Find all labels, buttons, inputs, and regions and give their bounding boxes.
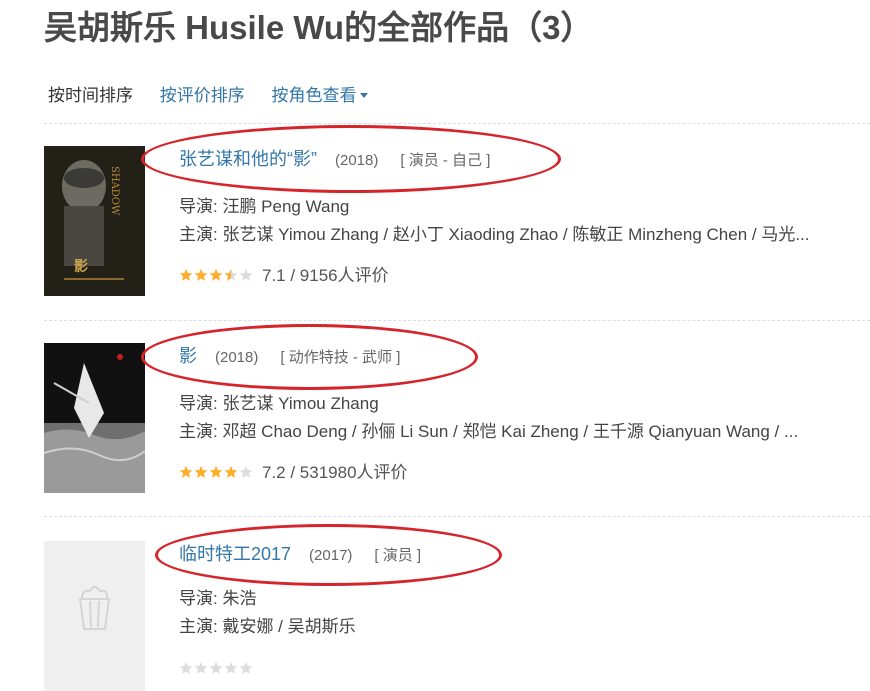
work-title-link[interactable]: 临时特工2017: [179, 544, 291, 564]
star-icon: [194, 268, 208, 281]
star-icon: [209, 661, 223, 674]
work-role: [ 演员 ]: [374, 547, 422, 564]
sort-by-rating[interactable]: 按评价排序: [160, 86, 245, 105]
sort-bar: 按时间排序 按评价排序 按角色查看: [48, 84, 390, 108]
work-cast: 主演: 邓超 Chao Deng / 孙俪 Li Sun / 郑恺 Kai Zh…: [179, 422, 799, 441]
work-year: (2018): [215, 349, 259, 366]
star-icon: [239, 661, 253, 674]
poster-art: SHADOW 影: [44, 146, 145, 296]
rating-stars-icon: [179, 265, 254, 289]
star-icon: [179, 268, 193, 281]
divider: [44, 516, 870, 517]
popcorn-placeholder-icon: [44, 541, 145, 691]
star-icon: [209, 268, 223, 281]
star-icon: [179, 661, 193, 674]
work-title-link[interactable]: 影: [179, 346, 197, 366]
star-icon: [209, 465, 223, 478]
work-year: (2018): [335, 152, 379, 169]
work-role: [ 演员 - 自己 ]: [400, 152, 491, 169]
poster-image[interactable]: [44, 343, 145, 493]
star-icon: [239, 268, 253, 281]
work-rating: 7.1 / 9156人评价: [179, 264, 389, 289]
work-director: 导演: 汪鹏 Peng Wang: [179, 197, 350, 216]
work-title-link[interactable]: 张艺谋和他的“影”: [179, 149, 317, 169]
work-title-line: 临时特工2017 (2017) [ 演员 ]: [179, 541, 421, 569]
page-title: 吴胡斯乐 Husile Wu的全部作品（3）: [44, 9, 594, 46]
work-rating: 7.2 / 531980人评价: [179, 461, 408, 486]
star-icon: [194, 661, 208, 674]
rating-text: 7.2 / 531980人评价: [262, 463, 408, 482]
work-cast: 主演: 张艺谋 Yimou Zhang / 赵小丁 Xiaoding Zhao …: [179, 225, 810, 244]
svg-text:SHADOW: SHADOW: [109, 166, 120, 216]
rating-text: 7.1 / 9156人评价: [262, 266, 389, 285]
star-icon: [239, 465, 253, 478]
star-icon: [224, 465, 238, 478]
work-year: (2017): [309, 547, 353, 564]
sort-by-time[interactable]: 按时间排序: [48, 86, 133, 105]
star-icon: [179, 465, 193, 478]
work-rating: [179, 657, 262, 682]
star-icon: [194, 465, 208, 478]
view-by-role-label: 按角色查看: [271, 86, 357, 105]
view-by-role-dropdown[interactable]: 按角色查看: [271, 86, 369, 105]
work-role: [ 动作特技 - 武师 ]: [280, 349, 401, 366]
divider: [44, 123, 870, 124]
work-title-line: 影 (2018) [ 动作特技 - 武师 ]: [179, 343, 400, 371]
star-icon: [224, 661, 238, 674]
svg-text:影: 影: [74, 259, 88, 275]
star-icon: [224, 268, 238, 281]
work-title-line: 张艺谋和他的“影” (2018) [ 演员 - 自己 ]: [179, 146, 490, 174]
poster-image[interactable]: SHADOW 影: [44, 146, 145, 296]
caret-down-icon: [360, 93, 369, 99]
poster-placeholder[interactable]: [44, 541, 145, 691]
poster-art: [44, 343, 145, 493]
work-cast: 主演: 戴安娜 / 吴胡斯乐: [179, 617, 356, 636]
work-director: 导演: 张艺谋 Yimou Zhang: [179, 394, 379, 413]
divider: [44, 320, 870, 321]
work-director: 导演: 朱浩: [179, 589, 257, 608]
rating-stars-icon: [179, 462, 254, 486]
rating-stars-icon: [179, 658, 254, 682]
